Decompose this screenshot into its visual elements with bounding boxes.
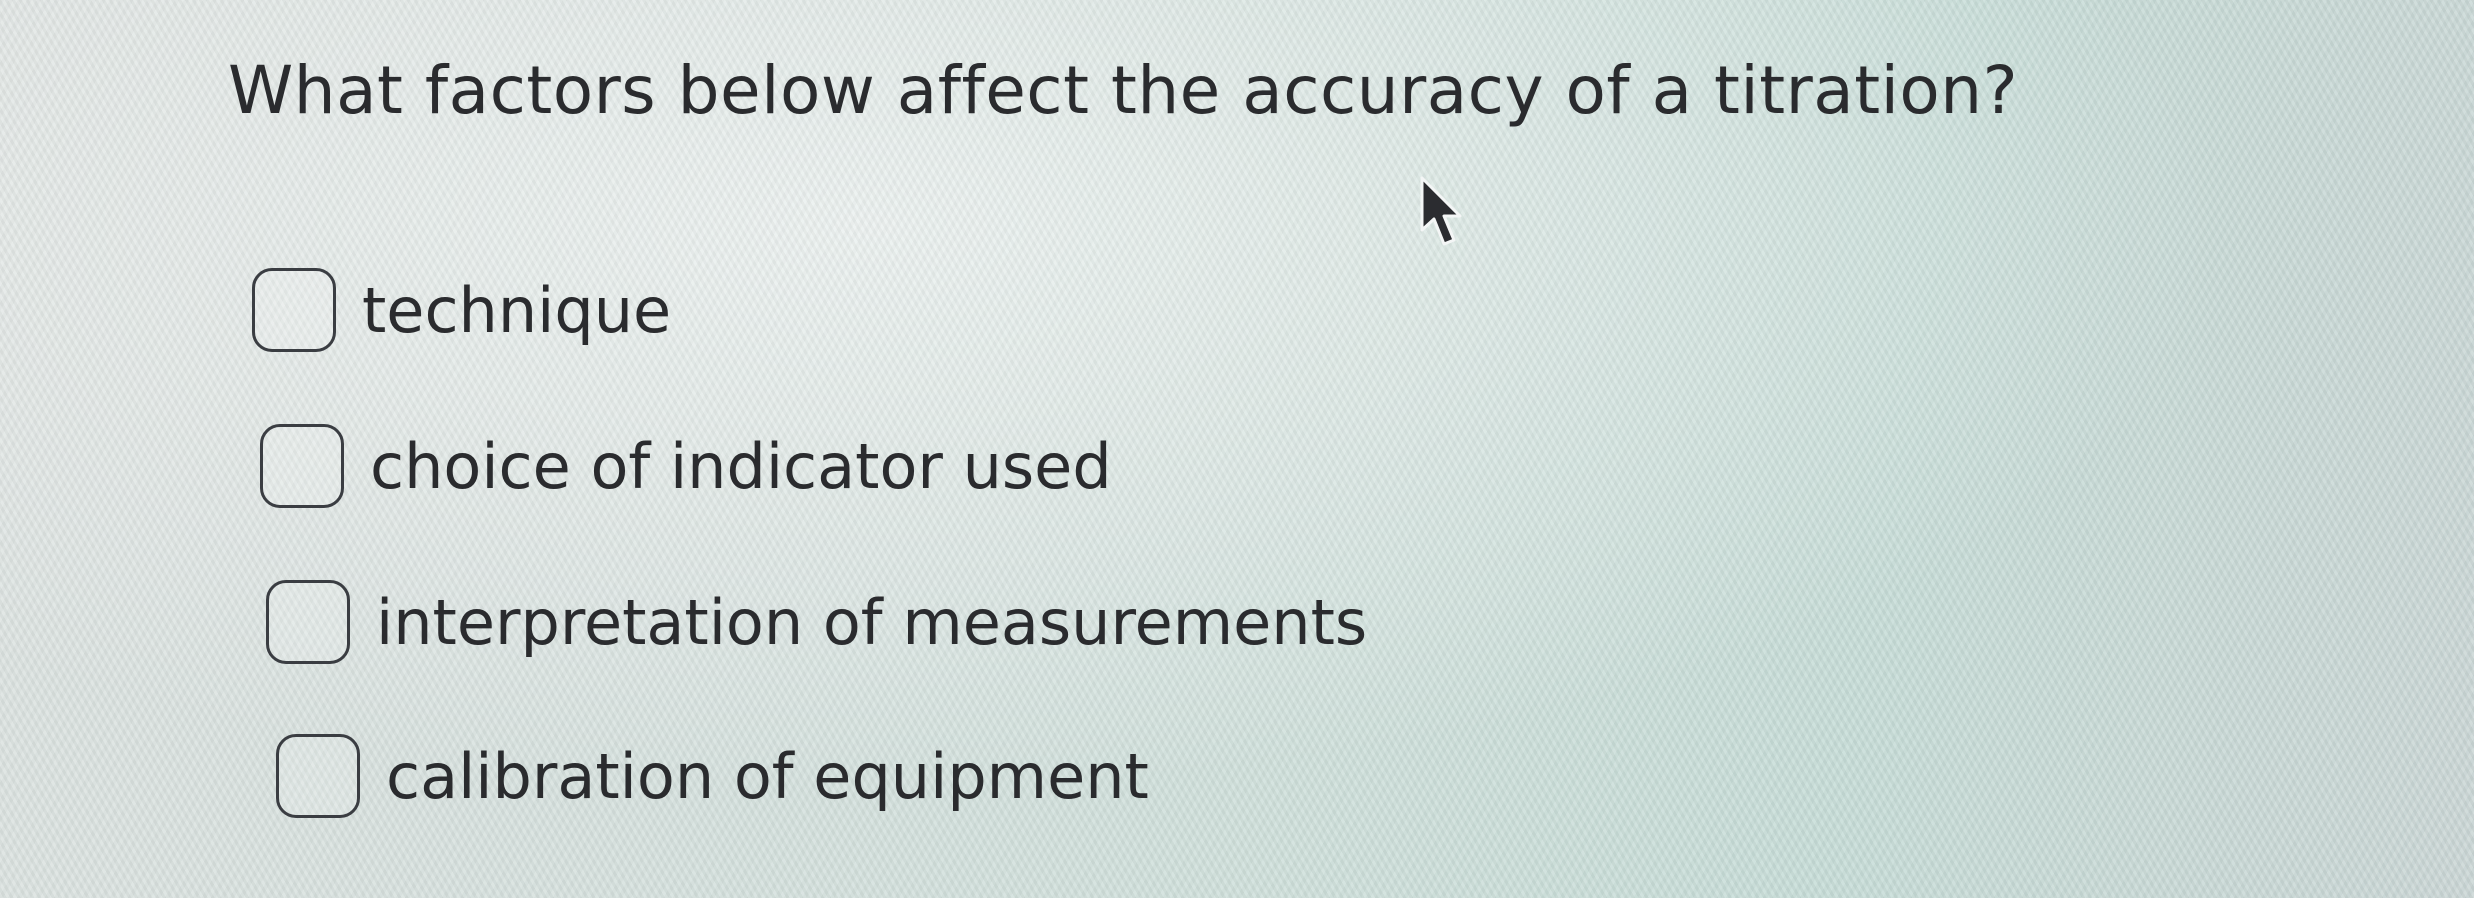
option-label: interpretation of measurements [376,585,1368,659]
option-choice-of-indicator[interactable]: choice of indicator used [260,424,1112,508]
checkbox[interactable] [276,734,360,818]
option-interpretation-of-measurements[interactable]: interpretation of measurements [266,580,1367,664]
checkbox[interactable] [260,424,344,508]
question-text: What factors below affect the accuracy o… [228,52,2019,129]
checkbox[interactable] [252,268,336,352]
option-label: calibration of equipment [386,739,1149,813]
checkbox[interactable] [266,580,350,664]
option-label: choice of indicator used [370,429,1112,503]
mouse-pointer-icon [1420,176,1462,246]
option-label: technique [362,273,672,347]
option-calibration-of-equipment[interactable]: calibration of equipment [276,734,1149,818]
option-technique[interactable]: technique [252,268,671,352]
